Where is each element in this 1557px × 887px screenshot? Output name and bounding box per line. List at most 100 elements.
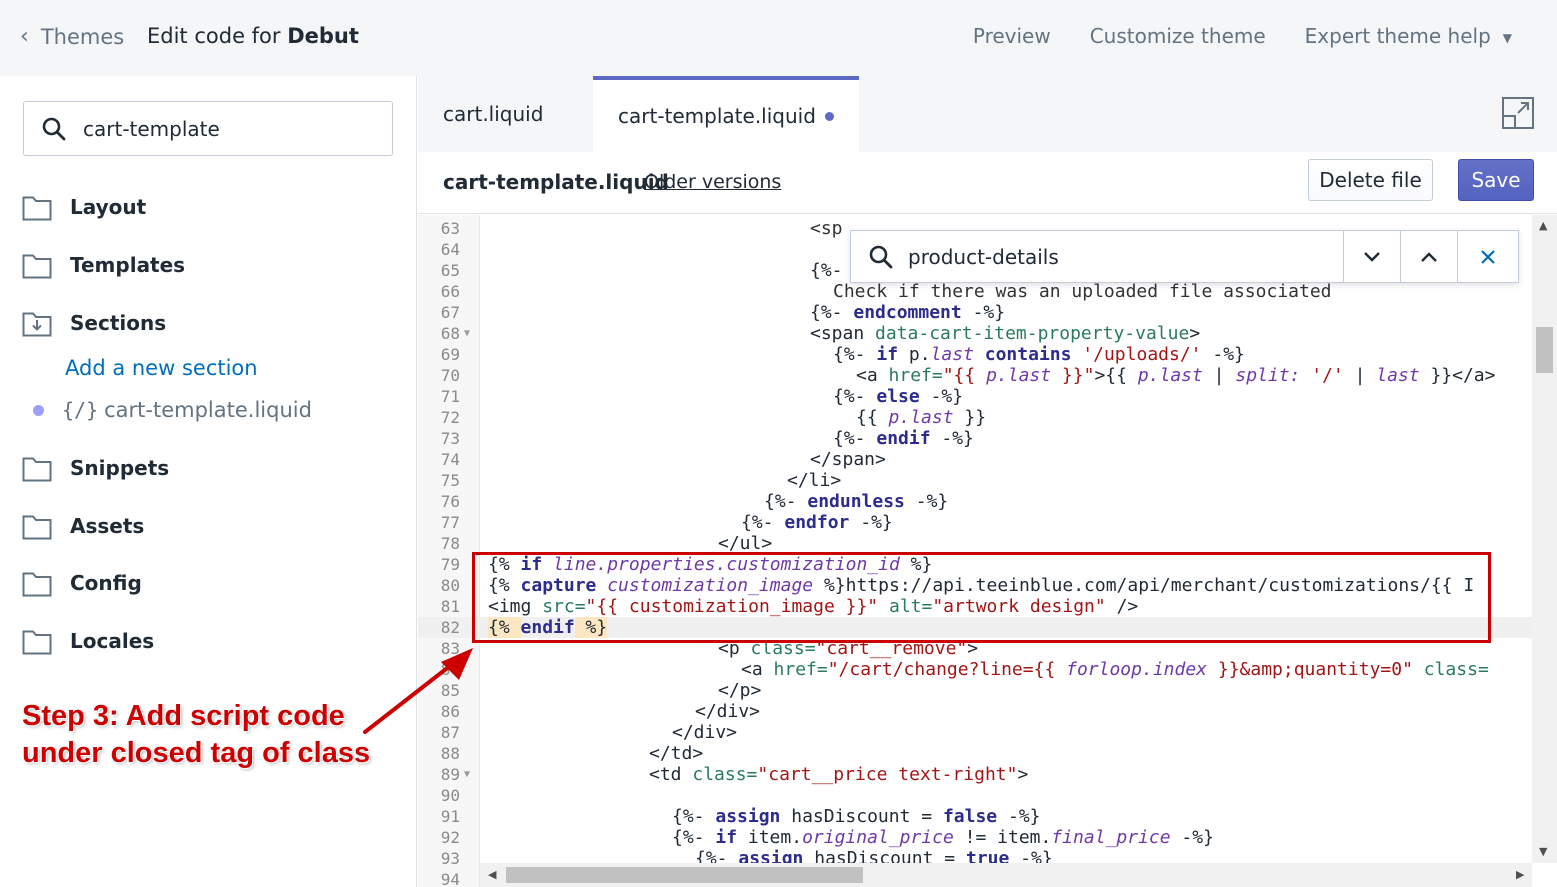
line-number: 66: [440, 282, 460, 301]
find-previous-button[interactable]: [1400, 231, 1456, 282]
code-line: 69 {%- if p.last contains '/uploads/' -%}: [418, 344, 1557, 365]
expert-help-dropdown[interactable]: Expert theme help ▼: [1305, 24, 1512, 48]
search-value: cart-template: [83, 116, 220, 141]
title-prefix: Edit code for: [147, 24, 288, 48]
scroll-thumb[interactable]: [1536, 327, 1553, 373]
folder-label: Locales: [70, 629, 155, 653]
vertical-scrollbar[interactable]: ▲ ▼: [1532, 215, 1557, 863]
theme-name: Debut: [287, 24, 359, 48]
folder-config[interactable]: Config: [22, 569, 142, 597]
code-line: 92 {%- if item.original_price != item.fin…: [418, 827, 1557, 848]
scroll-left-icon[interactable]: ◀: [488, 868, 496, 881]
line-number: 71: [440, 387, 460, 406]
code-line: 84<a href="/cart/change?line={{ forloop.…: [418, 659, 1557, 680]
line-number: 63: [440, 219, 460, 238]
folder-assets[interactable]: Assets: [22, 512, 144, 540]
line-number: 69: [440, 345, 460, 364]
code-line: 71 {%- else -%}: [418, 386, 1557, 407]
line-number: 93: [440, 849, 460, 868]
folder-layout[interactable]: Layout: [22, 193, 146, 221]
unsaved-dot-icon: [825, 111, 834, 121]
fold-arrow-icon[interactable]: ▼: [464, 323, 470, 344]
scroll-down-icon[interactable]: ▼: [1539, 845, 1547, 858]
find-query-input[interactable]: product-details: [908, 245, 1059, 269]
file-header: cart-template.liquid Older versions Dele…: [418, 152, 1557, 214]
fold-arrow-icon[interactable]: ▼: [464, 764, 470, 785]
customize-theme-link[interactable]: Customize theme: [1090, 24, 1266, 48]
folder-snippets[interactable]: Snippets: [22, 454, 169, 482]
code-line: 66 Check if there was an uploaded file as…: [418, 281, 1557, 302]
code-line: 67 {%- endcomment -%}: [418, 302, 1557, 323]
scroll-right-icon[interactable]: ▶: [1516, 868, 1524, 881]
line-number: 72: [440, 408, 460, 427]
line-number: 70: [440, 366, 460, 385]
code-text: {%-: [810, 260, 843, 281]
tab-cart-template-liquid[interactable]: cart-template.liquid: [593, 76, 859, 152]
horizontal-scrollbar[interactable]: ◀ ▶: [480, 863, 1532, 887]
folder-templates[interactable]: Templates: [22, 251, 185, 279]
search-icon: [869, 245, 893, 269]
scroll-up-icon[interactable]: ▲: [1539, 219, 1547, 232]
back-label: Themes: [40, 24, 125, 49]
folder-locales[interactable]: Locales: [22, 627, 154, 655]
folder-icon: [22, 457, 52, 482]
line-number: 81: [440, 597, 460, 616]
folder-label: Templates: [70, 253, 186, 277]
code-line: 76 {%- endunless -%}: [418, 491, 1557, 512]
line-number: 67: [440, 303, 460, 322]
code-line: 73 {%- endif -%}: [418, 428, 1557, 449]
line-number: 79: [440, 555, 460, 574]
tab-cart-liquid[interactable]: cart.liquid: [443, 76, 543, 152]
folder-icon: [22, 630, 52, 655]
preview-link[interactable]: Preview: [973, 24, 1051, 48]
older-versions-link[interactable]: Older versions: [644, 171, 781, 193]
code-line: 89 ▼ <td class="cart__price text-right">: [418, 764, 1557, 785]
folder-sections[interactable]: Sections: [22, 309, 166, 337]
code-line: 85 </p>: [418, 680, 1557, 701]
find-next-button[interactable]: [1343, 231, 1399, 282]
folder-label: Config: [70, 571, 142, 595]
file-sidebar: cart-template Layout Templates Sections …: [0, 76, 417, 887]
step-annotation: Step 3: Add script code under closed tag…: [22, 698, 370, 772]
file-name: cart-template.liquid: [443, 170, 669, 194]
scroll-thumb[interactable]: [506, 867, 863, 883]
caret-down-icon: ▼: [1502, 30, 1512, 45]
close-icon: [1481, 249, 1495, 264]
page-title: Edit code for Debut: [147, 24, 359, 48]
expand-editor-icon[interactable]: [1501, 96, 1535, 130]
annotation-line-1: Step 3: Add script code: [22, 700, 345, 732]
search-icon: [42, 117, 66, 140]
code-line: 87 </div>: [418, 722, 1557, 743]
add-new-section-link[interactable]: Add a new section: [65, 356, 258, 380]
close-find-button[interactable]: [1457, 231, 1518, 282]
sidebar-file-cart-template[interactable]: {/} cart-template.liquid: [33, 398, 312, 422]
folder-label: Sections: [70, 311, 167, 335]
code-line: 70 <a href="{{ p.last }}">{{ p.last | spl…: [418, 365, 1557, 386]
code-text: <sp: [810, 218, 843, 239]
delete-file-button[interactable]: Delete file: [1308, 159, 1433, 201]
line-number: 68: [440, 324, 460, 343]
line-number: 94: [440, 870, 460, 887]
code-line: 68 ▼ <span data-cart-item-property-value>: [418, 323, 1557, 344]
line-number: 73: [440, 429, 460, 448]
chevron-down-icon: [1363, 251, 1380, 262]
editor-tab-bar: cart.liquid cart-template.liquid: [418, 76, 1557, 152]
code-editor[interactable]: 63 <sp 64 65 {%- 66 Check if there was an u…: [418, 215, 1557, 887]
folder-label: Layout: [70, 195, 147, 219]
chevron-up-icon: [1420, 251, 1437, 262]
annotation-line-2: under closed tag of class: [22, 737, 371, 769]
line-number: 76: [440, 492, 460, 511]
line-number: 75: [440, 471, 460, 490]
code-line: 78 </ul>: [418, 533, 1557, 554]
line-number: 92: [440, 828, 460, 847]
file-label: cart-template.liquid: [104, 398, 312, 422]
file-search-input[interactable]: cart-template: [23, 101, 393, 156]
line-number: 91: [440, 807, 460, 826]
line-number: 64: [440, 240, 460, 259]
expert-help-label: Expert theme help: [1304, 24, 1491, 48]
line-number: 78: [440, 534, 460, 553]
line-number: 88: [440, 744, 460, 763]
back-to-themes-link[interactable]: ‹ Themes: [20, 24, 124, 49]
folder-icon: [22, 515, 52, 540]
save-button[interactable]: Save: [1458, 159, 1534, 201]
